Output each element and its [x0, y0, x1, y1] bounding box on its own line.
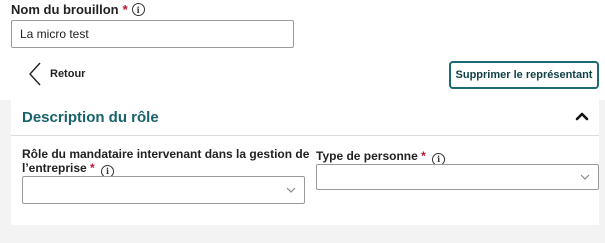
- chevron-down-icon: [580, 174, 590, 180]
- back-link[interactable]: Retour: [29, 62, 85, 86]
- delete-representative-button[interactable]: Supprimer le représentant: [449, 61, 599, 89]
- chevron-left-icon: [29, 62, 41, 86]
- panel-title: Description du rôle: [22, 109, 159, 126]
- role-description-panel: Description du rôle Rôle du mandataire i…: [11, 100, 599, 225]
- draft-name-label: Nom du brouillon * i: [11, 2, 145, 17]
- draft-section: Nom du brouillon * i Retour Supprimer le…: [0, 0, 605, 100]
- back-label: Retour: [50, 68, 86, 80]
- role-field-label: Rôle du mandataire intervenant dans la g…: [22, 147, 312, 178]
- panel-header[interactable]: Description du rôle: [11, 100, 599, 136]
- role-select[interactable]: [22, 176, 305, 204]
- chevron-up-icon[interactable]: [575, 111, 589, 121]
- required-mark: *: [122, 2, 128, 17]
- required-mark: *: [421, 149, 426, 163]
- draft-name-input[interactable]: [11, 20, 294, 48]
- person-type-label-text: Type de personne: [316, 149, 418, 163]
- draft-name-label-text: Nom du brouillon: [11, 2, 119, 17]
- info-icon[interactable]: i: [131, 3, 145, 16]
- role-field-label-text: Rôle du mandataire intervenant dans la g…: [22, 147, 310, 175]
- required-mark: *: [90, 161, 95, 175]
- chevron-down-icon: [286, 187, 296, 193]
- person-type-select[interactable]: [316, 164, 599, 190]
